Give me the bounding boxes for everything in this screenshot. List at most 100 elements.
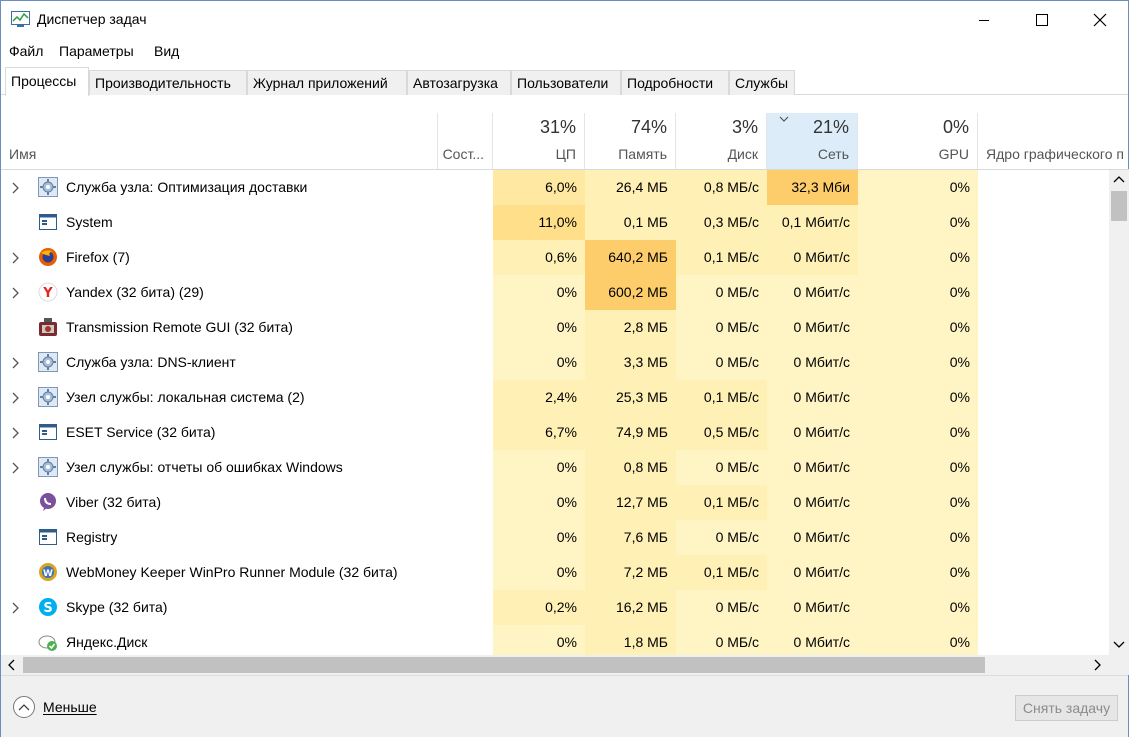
table-row[interactable]: Служба узла: Оптимизация доставки 6,0% 26,… [1, 170, 1109, 205]
menu-options[interactable]: Параметры [59, 43, 134, 59]
window-icon [38, 422, 58, 442]
disk-cell: 0,8 МБ/с [676, 170, 767, 205]
chevron-right-icon[interactable] [11, 251, 21, 269]
mem-cell: 3,3 МБ [585, 345, 676, 380]
disk-cell: 0 МБ/с [676, 520, 767, 555]
table-row[interactable]: S Skype (32 бита) 0,2% 16,2 МБ 0 МБ/с 0 Мбит/… [1, 590, 1109, 625]
column-gpu-engine-label: Ядро графического п [986, 146, 1124, 162]
horizontal-scrollbar[interactable] [1, 655, 1109, 675]
tab-4[interactable]: Пользователи [511, 70, 621, 95]
end-task-button[interactable]: Снять задачу [1015, 695, 1118, 721]
scroll-left-icon[interactable] [6, 659, 16, 671]
disk-cell: 0,1 МБ/с [676, 240, 767, 275]
mem-cell: 2,8 МБ [585, 310, 676, 345]
gpu-total: 0% [942, 117, 969, 137]
gpu-cell: 0% [858, 310, 978, 345]
status-cell [438, 380, 493, 415]
column-header: Имя Сост... 31% ЦП 74% Память 3% Диск 21… [1, 113, 1129, 170]
column-gpu-engine[interactable]: Ядро графического п [978, 113, 1129, 169]
horizontal-scroll-thumb[interactable] [23, 657, 985, 673]
task-manager-window: Диспетчер задач Файл Параметры Вид Проце… [0, 0, 1129, 737]
scroll-up-icon[interactable] [1113, 174, 1125, 184]
disk-cell: 0,5 МБ/с [676, 415, 767, 450]
table-row[interactable]: Узел службы: локальная система (2) 2,4% 25… [1, 380, 1109, 415]
tab-3[interactable]: Автозагрузка [407, 70, 511, 95]
tab-0[interactable]: Процессы [5, 67, 89, 96]
net-cell: 0 Мбит/с [767, 345, 858, 380]
column-name[interactable]: Имя [1, 113, 438, 169]
chevron-right-icon[interactable] [11, 391, 21, 409]
tab-strip: Процессы Производительность Журнал приложе… [1, 67, 1128, 96]
chevron-right-icon[interactable] [11, 426, 21, 444]
process-name: Skype (32 бита) [66, 599, 168, 615]
column-cpu[interactable]: 31% ЦП [493, 113, 585, 169]
gpu-cell: 0% [858, 590, 978, 625]
menu-file[interactable]: Файл [9, 43, 43, 59]
vertical-scroll-thumb[interactable] [1111, 191, 1127, 221]
close-icon [1093, 13, 1107, 27]
process-name: ESET Service (32 бита) [66, 424, 216, 440]
process-name: Viber (32 бита) [66, 494, 161, 510]
chevron-right-icon[interactable] [11, 601, 21, 619]
column-memory[interactable]: 74% Память [585, 113, 676, 169]
tab-5[interactable]: Подробности [621, 70, 729, 95]
vertical-scrollbar[interactable] [1109, 170, 1129, 655]
menu-view[interactable]: Вид [154, 43, 179, 59]
status-cell [438, 415, 493, 450]
tab-2[interactable]: Журнал приложений [247, 70, 407, 95]
column-network[interactable]: 21% Сеть [767, 113, 858, 169]
table-row[interactable]: Y Yandex (32 бита) (29) 0% 600,2 МБ 0 МБ/с 0 … [1, 275, 1109, 310]
table-row[interactable]: ESET Service (32 бита) 6,7% 74,9 МБ 0,5 МБ/… [1, 415, 1109, 450]
minimize-button[interactable] [955, 1, 1013, 39]
window-icon [38, 212, 58, 232]
gpu-cell: 0% [858, 625, 978, 655]
mem-cell: 7,6 МБ [585, 520, 676, 555]
fewer-details-button[interactable]: Меньше [13, 696, 97, 718]
table-row[interactable]: Служба узла: DNS-клиент 0% 3,3 МБ 0 МБ/с 0 М… [1, 345, 1109, 380]
chevron-right-icon[interactable] [11, 286, 21, 304]
gear-icon [38, 387, 58, 407]
column-disk[interactable]: 3% Диск [676, 113, 767, 169]
tab-6[interactable]: Службы [729, 70, 795, 95]
svg-text:Y: Y [42, 286, 53, 301]
tab-1[interactable]: Производительность [89, 70, 247, 95]
menu-bar: Файл Параметры Вид [1, 41, 1128, 63]
column-cpu-label: ЦП [555, 146, 576, 162]
disk-cell: 0 МБ/с [676, 590, 767, 625]
gear-icon [38, 177, 58, 197]
svg-text:W: W [43, 569, 53, 579]
column-gpu-label: GPU [938, 146, 969, 162]
maximize-button[interactable] [1013, 1, 1071, 39]
table-row[interactable]: Яндекс.Диск 0% 1,8 МБ 0 МБ/с 0 Мбит/с 0% [1, 625, 1109, 655]
title-bar[interactable]: Диспетчер задач [1, 1, 1128, 39]
table-row[interactable]: W WebMoney Keeper WinPro Runner Module (3… [1, 555, 1109, 590]
mem-cell: 600,2 МБ [585, 275, 676, 310]
yandex-icon: Y [38, 282, 58, 302]
scroll-down-icon[interactable] [1113, 640, 1125, 650]
status-cell [438, 520, 493, 555]
table-row[interactable]: System 11,0% 0,1 МБ 0,3 МБ/с 0,1 Мбит/с 0% [1, 205, 1109, 240]
mem-cell: 0,8 МБ [585, 450, 676, 485]
chevron-right-icon[interactable] [11, 461, 21, 479]
cpu-cell: 11,0% [493, 205, 585, 240]
cpu-cell: 0% [493, 345, 585, 380]
mem-cell: 1,8 МБ [585, 625, 676, 655]
table-row[interactable]: Viber (32 бита) 0% 12,7 МБ 0,1 МБ/с 0 Мбит/с… [1, 485, 1109, 520]
chevron-right-icon[interactable] [11, 181, 21, 199]
column-disk-label: Диск [727, 146, 758, 162]
table-row[interactable]: Registry 0% 7,6 МБ 0 МБ/с 0 Мбит/с 0% [1, 520, 1109, 555]
column-status[interactable]: Сост... [438, 113, 493, 169]
disk-cell: 0,1 МБ/с [676, 555, 767, 590]
cpu-cell: 6,7% [493, 415, 585, 450]
chevron-right-icon[interactable] [11, 356, 21, 374]
gpu-cell: 0% [858, 415, 978, 450]
table-row[interactable]: Transmission Remote GUI (32 бита) 0% 2,8 М… [1, 310, 1109, 345]
close-button[interactable] [1071, 1, 1129, 39]
table-row[interactable]: Узел службы: отчеты об ошибках Windows 0%… [1, 450, 1109, 485]
table-row[interactable]: Firefox (7) 0,6% 640,2 МБ 0,1 МБ/с 0 Мбит/с 0… [1, 240, 1109, 275]
column-gpu[interactable]: 0% GPU [858, 113, 978, 169]
status-cell [438, 205, 493, 240]
net-cell: 0 Мбит/с [767, 380, 858, 415]
scroll-right-icon[interactable] [1093, 659, 1103, 671]
process-name: Узел службы: отчеты об ошибках Windows [66, 459, 343, 475]
